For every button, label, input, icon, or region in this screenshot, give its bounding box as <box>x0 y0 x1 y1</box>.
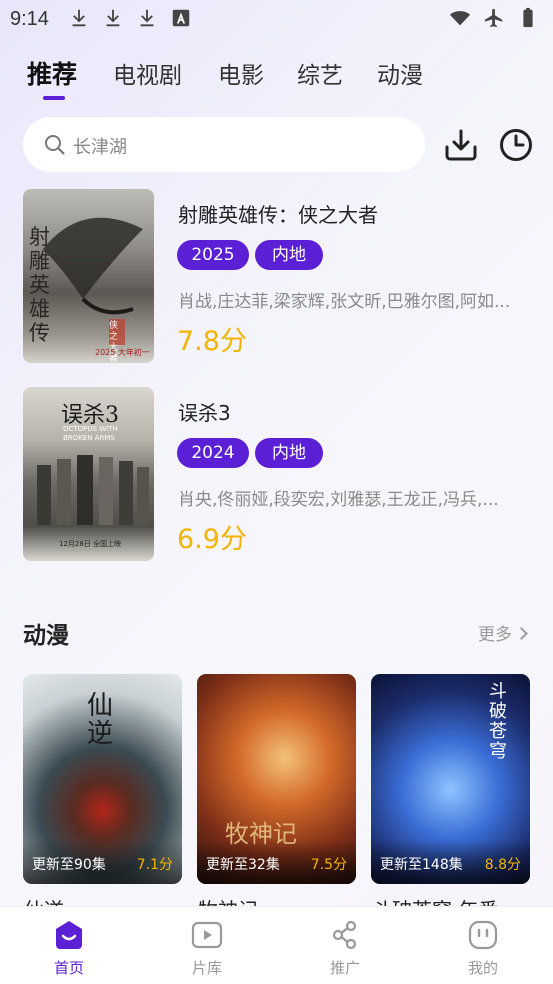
status-bar: 9:14 <box>0 0 553 38</box>
poster-title: 斗破苍穹 <box>489 681 507 762</box>
tab-recommend[interactable]: 推荐 <box>27 55 77 91</box>
anime-card[interactable]: 斗破苍穹 更新至148集 8.8分 斗破苍穹 年番 <box>371 674 530 910</box>
cast-list: 肖战,庄达菲,梁家辉,张文昕,巴雅尔图,阿如... <box>178 292 511 312</box>
tab-anime[interactable]: 动漫 <box>377 56 423 90</box>
anime-poster[interactable]: 斗破苍穹 更新至148集 8.8分 <box>371 674 530 884</box>
profile-icon <box>468 920 498 950</box>
movie-title[interactable]: 射雕英雄传：侠之大者 <box>178 199 378 228</box>
clock-icon[interactable] <box>498 127 534 163</box>
battery-icon <box>523 7 533 28</box>
download-icon <box>140 9 154 27</box>
score: 6.9分 <box>177 524 247 555</box>
download-icon <box>72 9 86 27</box>
movie-title[interactable]: 误杀3 <box>178 397 231 426</box>
home-icon <box>56 921 82 949</box>
poster-date: 2025 大年初一 <box>95 348 150 357</box>
download-icon <box>106 9 120 27</box>
status-icons-right <box>449 7 539 29</box>
poster-title: 仙逆 <box>87 691 114 749</box>
anime-poster[interactable]: 仙逆 更新至90集 7.1分 <box>23 674 182 884</box>
status-time: 9:14 <box>10 8 49 30</box>
anime-poster[interactable]: 牧神记 更新至32集 7.5分 <box>197 674 356 884</box>
bottom-navigation: 首页 片库 推广 我的 <box>0 906 553 984</box>
search-input[interactable]: 长津湖 <box>23 117 425 172</box>
status-icons-left <box>68 7 192 29</box>
movie-poster[interactable]: 射雕英雄传 侠之大者 2025 大年初一 <box>23 189 154 363</box>
play-icon <box>191 921 223 949</box>
section-title: 动漫 <box>23 623 69 649</box>
poster-subtitle: OCTOPUS WITH BROKEN ARMS <box>63 425 118 442</box>
score: 8.8分 <box>484 857 521 873</box>
download-icon[interactable] <box>443 127 479 163</box>
search-icon <box>45 135 65 155</box>
nav-profile[interactable]: 我的 <box>414 907 552 984</box>
score: 7.5分 <box>310 857 347 873</box>
nav-label: 我的 <box>467 959 498 977</box>
cast-list: 肖央,佟丽娅,段奕宏,刘雅瑟,王龙正,冯兵,... <box>178 490 499 510</box>
font-a-icon <box>172 9 190 27</box>
nav-label: 首页 <box>53 959 84 977</box>
nav-library[interactable]: 片库 <box>138 907 276 984</box>
movie-poster[interactable]: 误杀3 OCTOPUS WITH BROKEN ARMS 12月28日 全国上映 <box>23 387 154 561</box>
nav-home[interactable]: 首页 <box>0 907 138 984</box>
more-label: 更多 <box>478 625 512 645</box>
more-link[interactable]: 更多 <box>478 620 528 645</box>
search-placeholder: 长津湖 <box>73 137 127 158</box>
tab-movies[interactable]: 电影 <box>218 56 264 90</box>
year-badge: 2024 <box>177 438 249 468</box>
tab-tv-series[interactable]: 电视剧 <box>113 56 182 90</box>
anime-card[interactable]: 仙逆 更新至90集 7.1分 仙逆 <box>23 674 182 910</box>
category-tabs: 推荐 电视剧 电影 综艺 动漫 <box>0 56 553 106</box>
episode-label: 更新至148集 <box>380 857 463 873</box>
airplane-icon <box>484 8 503 28</box>
chevron-right-icon <box>515 627 528 640</box>
episode-label: 更新至32集 <box>206 857 280 873</box>
movie-item[interactable]: 射雕英雄传 侠之大者 2025 大年初一 射雕英雄传：侠之大者 2025 内地 … <box>0 189 553 364</box>
score: 7.8分 <box>177 326 247 357</box>
nav-promote[interactable]: 推广 <box>276 907 414 984</box>
movie-item[interactable]: 误杀3 OCTOPUS WITH BROKEN ARMS 12月28日 全国上映… <box>0 387 553 562</box>
nav-label: 片库 <box>191 959 222 977</box>
anime-card[interactable]: 牧神记 更新至32集 7.5分 牧神记 <box>197 674 356 910</box>
tab-variety[interactable]: 综艺 <box>297 56 343 90</box>
year-badge: 2025 <box>177 240 249 270</box>
episode-label: 更新至90集 <box>32 857 106 873</box>
share-icon <box>332 920 357 950</box>
score: 7.1分 <box>136 857 173 873</box>
poster-date: 12月28日 全国上映 <box>59 540 122 548</box>
region-badge: 内地 <box>255 438 323 468</box>
tab-indicator <box>43 96 65 100</box>
region-badge: 内地 <box>255 240 323 270</box>
wifi-icon <box>449 11 471 26</box>
poster-title: 射雕英雄传 <box>29 225 50 345</box>
nav-label: 推广 <box>329 959 360 977</box>
